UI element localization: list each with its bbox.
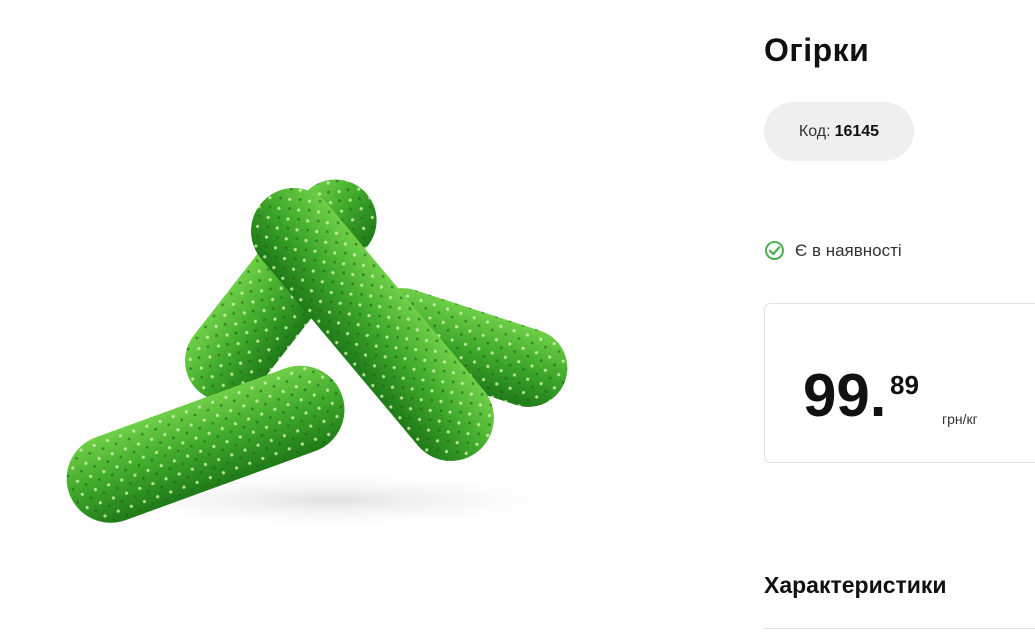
price-whole: 99. <box>803 362 887 429</box>
characteristics-heading: Характеристики <box>764 572 947 598</box>
cucumbers-photo <box>60 179 600 530</box>
product-code-value: 16145 <box>834 122 880 140</box>
availability-status: Є в наявності <box>764 240 902 261</box>
price-unit: грн/кг <box>942 411 978 427</box>
product-title: Огірки <box>764 32 870 68</box>
product-code-badge: Код: 16145 <box>764 102 914 161</box>
product-page: Огірки Код: 16145 Є в наявності 99. 89 г… <box>0 0 1035 636</box>
product-code-label: Код: <box>798 122 831 140</box>
availability-text: Є в наявності <box>795 240 902 260</box>
price-card: 99. 89 грн/кг <box>764 303 1035 463</box>
product-image <box>40 160 600 540</box>
check-circle-icon <box>765 241 784 260</box>
price-cents: 89 <box>890 370 919 400</box>
divider <box>764 628 1035 629</box>
product-info-panel: Огірки Код: 16145 Є в наявності 99. 89 г… <box>764 0 1035 636</box>
